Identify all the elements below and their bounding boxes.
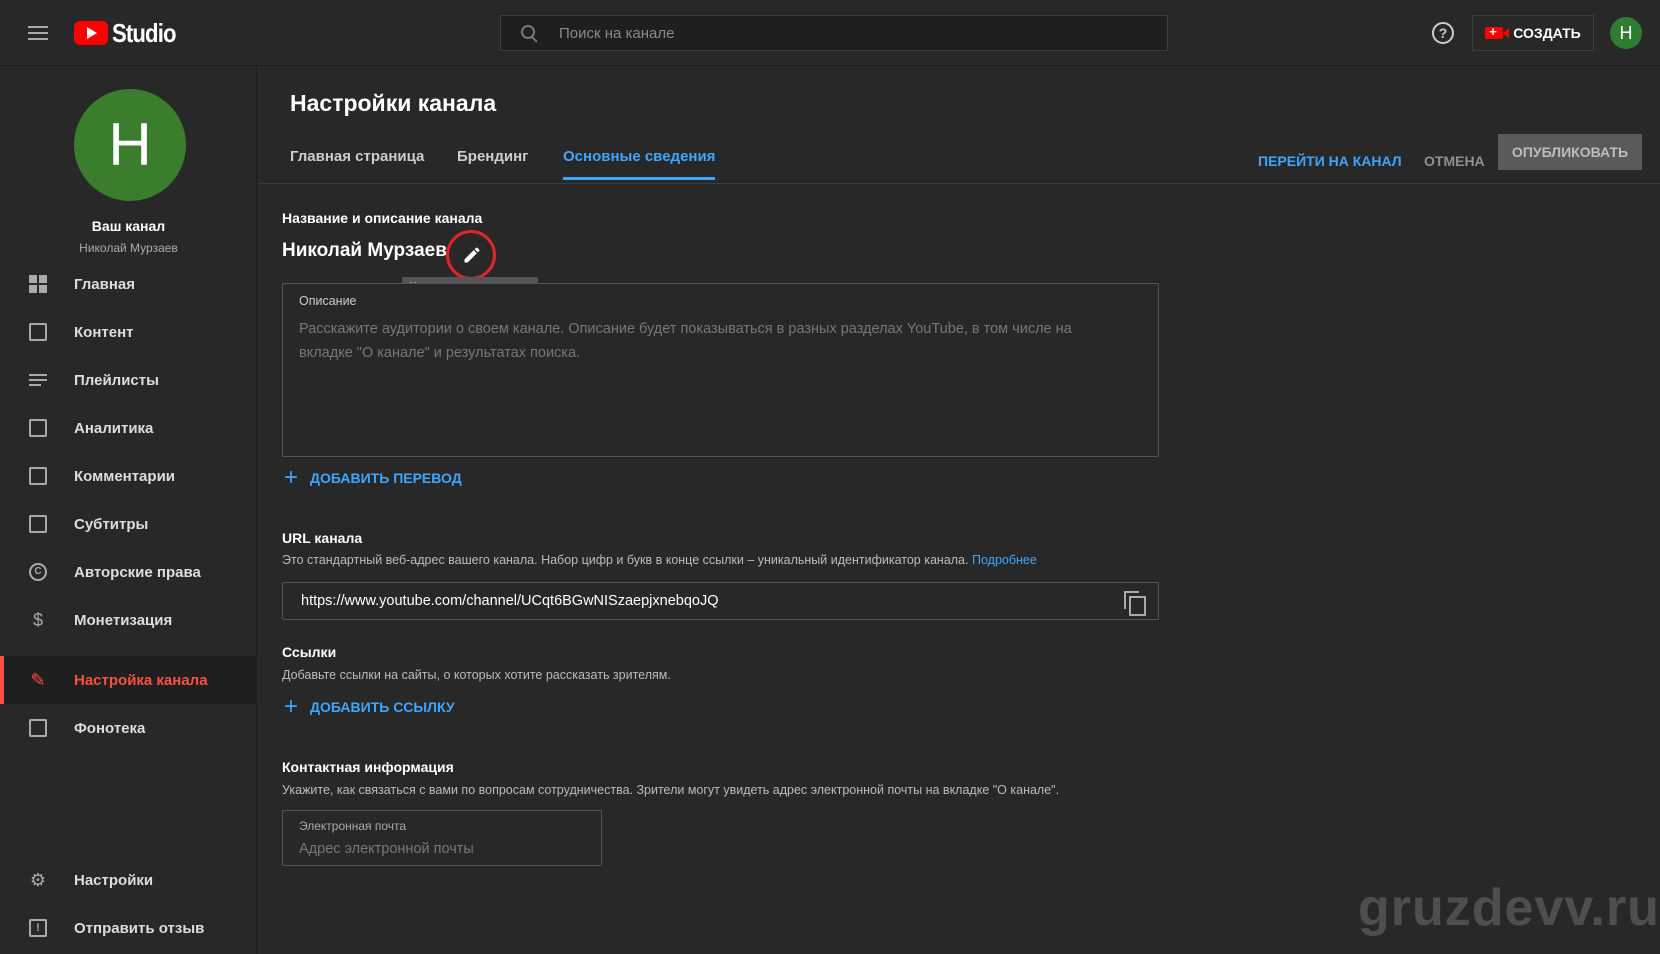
subtitles-icon (28, 514, 48, 534)
search-icon (521, 25, 537, 41)
pencil-icon (464, 247, 480, 263)
main-content: Настройки канала Главная страница Бренди… (258, 66, 1660, 954)
tab-branding[interactable]: Брендинг (457, 148, 528, 177)
add-translation-button[interactable]: + ДОБАВИТЬ ПЕРЕВОД (284, 464, 462, 491)
magic-wand-icon: ✎ (30, 669, 46, 690)
edit-name-button[interactable] (446, 230, 496, 280)
sidebar-item-label: Аналитика (74, 419, 154, 437)
sidebar-item-label: Плейлисты (74, 371, 159, 389)
comments-icon (28, 466, 48, 486)
watermark: gruzdevv.ru (1358, 879, 1660, 937)
sidebar-item-copyright[interactable]: C Авторские права (0, 548, 257, 596)
sidebar-item-label: Комментарии (74, 467, 176, 485)
dollar-icon: $ (32, 609, 43, 630)
tabs-divider (258, 183, 1660, 184)
audio-library-icon (28, 718, 48, 738)
plus-icon: + (284, 464, 299, 491)
analytics-icon (28, 418, 48, 438)
menu-icon[interactable] (28, 26, 48, 40)
create-video-icon (1485, 24, 1510, 39)
logo-text: Studio (112, 17, 176, 48)
url-section-title: URL канала (282, 530, 363, 546)
email-placeholder: Адрес электронной почты (299, 841, 474, 857)
copyright-icon: C (28, 562, 48, 582)
create-label: СОЗДАТЬ (1513, 25, 1581, 41)
links-section-title: Ссылки (282, 644, 337, 660)
top-bar: Studio Поиск на канале ? СОЗДАТЬ Н (0, 0, 1660, 66)
copy-icon[interactable] (1124, 591, 1146, 616)
create-button[interactable]: СОЗДАТЬ (1472, 15, 1594, 51)
sidebar-item-settings[interactable]: ⚙ Настройки (0, 856, 257, 904)
description-textarea[interactable]: Описание Расскажите аудитории о своем ка… (282, 283, 1159, 457)
go-to-channel-button[interactable]: ПЕРЕЙТИ НА КАНАЛ (1258, 143, 1402, 179)
description-label: Описание (299, 294, 357, 308)
email-label: Электронная почта (299, 819, 407, 833)
sidebar-item-label: Фонотека (74, 719, 146, 737)
url-description-text: Это стандартный веб-адрес вашего канала.… (282, 553, 969, 567)
add-link-label: ДОБАВИТЬ ССЫЛКУ (310, 699, 455, 715)
tab-basic-info[interactable]: Основные сведения (563, 148, 716, 180)
search-input[interactable]: Поиск на канале (500, 15, 1168, 51)
sidebar-item-label: Субтитры (74, 515, 149, 533)
sidebar-item-monetization[interactable]: $ Монетизация (0, 596, 257, 644)
studio-logo[interactable]: Studio (74, 17, 187, 48)
contact-section-description: Укажите, как связаться с вами по вопроса… (282, 783, 1060, 797)
channel-name: Николай Мурзаев (282, 240, 447, 261)
dashboard-icon (28, 274, 48, 294)
sidebar-item-customization[interactable]: ✎ Настройка канала (0, 656, 257, 704)
gear-icon: ⚙ (29, 869, 47, 890)
contact-section-title: Контактная информация (282, 759, 454, 775)
sidebar-item-feedback[interactable]: ! Отправить отзыв (0, 904, 257, 952)
playlists-icon (28, 370, 48, 390)
add-link-button[interactable]: + ДОБАВИТЬ ССЫЛКУ (284, 693, 455, 720)
name-section-title: Название и описание канала (282, 210, 483, 226)
learn-more-link[interactable]: Подробнее (972, 553, 1037, 567)
description-placeholder: Расскажите аудитории о своем канале. Опи… (299, 321, 1072, 361)
sidebar-item-label: Монетизация (74, 611, 173, 629)
links-section-description: Добавьте ссылки на сайты, о которых хоти… (282, 668, 671, 682)
tab-home-page[interactable]: Главная страница (290, 148, 424, 177)
plus-icon: + (284, 693, 299, 720)
help-icon[interactable]: ? (1432, 22, 1454, 44)
sidebar-item-playlists[interactable]: Плейлисты (0, 356, 257, 404)
sidebar-item-label: Авторские права (74, 563, 201, 581)
sidebar-item-subtitles[interactable]: Субтитры (0, 500, 257, 548)
sidebar-item-content[interactable]: Контент (0, 308, 257, 356)
sidebar-item-comments[interactable]: Комментарии (0, 452, 257, 500)
publish-button[interactable]: ОПУБЛИКОВАТЬ (1498, 134, 1642, 170)
channel-avatar[interactable]: Н (74, 89, 186, 201)
page-title: Настройки канала (290, 90, 497, 116)
channel-url: https://www.youtube.com/channel/UCqt6BGw… (301, 593, 719, 609)
sidebar-item-label: Настройка канала (74, 671, 208, 689)
sidebar-item-label: Контент (74, 323, 134, 341)
sidebar-item-analytics[interactable]: Аналитика (0, 404, 257, 452)
email-field[interactable]: Электронная почта Адрес электронной почт… (282, 810, 602, 866)
cancel-button[interactable]: ОТМЕНА (1424, 143, 1485, 179)
sidebar-item-dashboard[interactable]: Главная (0, 260, 257, 308)
channel-title: Ваш канал (91, 218, 166, 234)
feedback-icon: ! (28, 918, 48, 938)
sidebar-item-label: Настройки (74, 871, 154, 889)
add-translation-label: ДОБАВИТЬ ПЕРЕВОД (310, 470, 462, 486)
account-avatar[interactable]: Н (1610, 17, 1642, 49)
channel-url-field[interactable]: https://www.youtube.com/channel/UCqt6BGw… (282, 582, 1159, 620)
youtube-logo-icon (74, 21, 108, 45)
url-section-description: Это стандартный веб-адрес вашего канала.… (282, 553, 1037, 567)
search-placeholder: Поиск на канале (559, 24, 675, 42)
sidebar-item-audio-library[interactable]: Фонотека (0, 704, 257, 752)
channel-owner-name: Николай Мурзаев (79, 241, 178, 255)
sidebar: Н Ваш канал Николай Мурзаев Главная Конт… (0, 66, 257, 954)
sidebar-item-label: Главная (74, 275, 136, 293)
content-icon (28, 322, 48, 342)
sidebar-item-label: Отправить отзыв (74, 919, 205, 937)
